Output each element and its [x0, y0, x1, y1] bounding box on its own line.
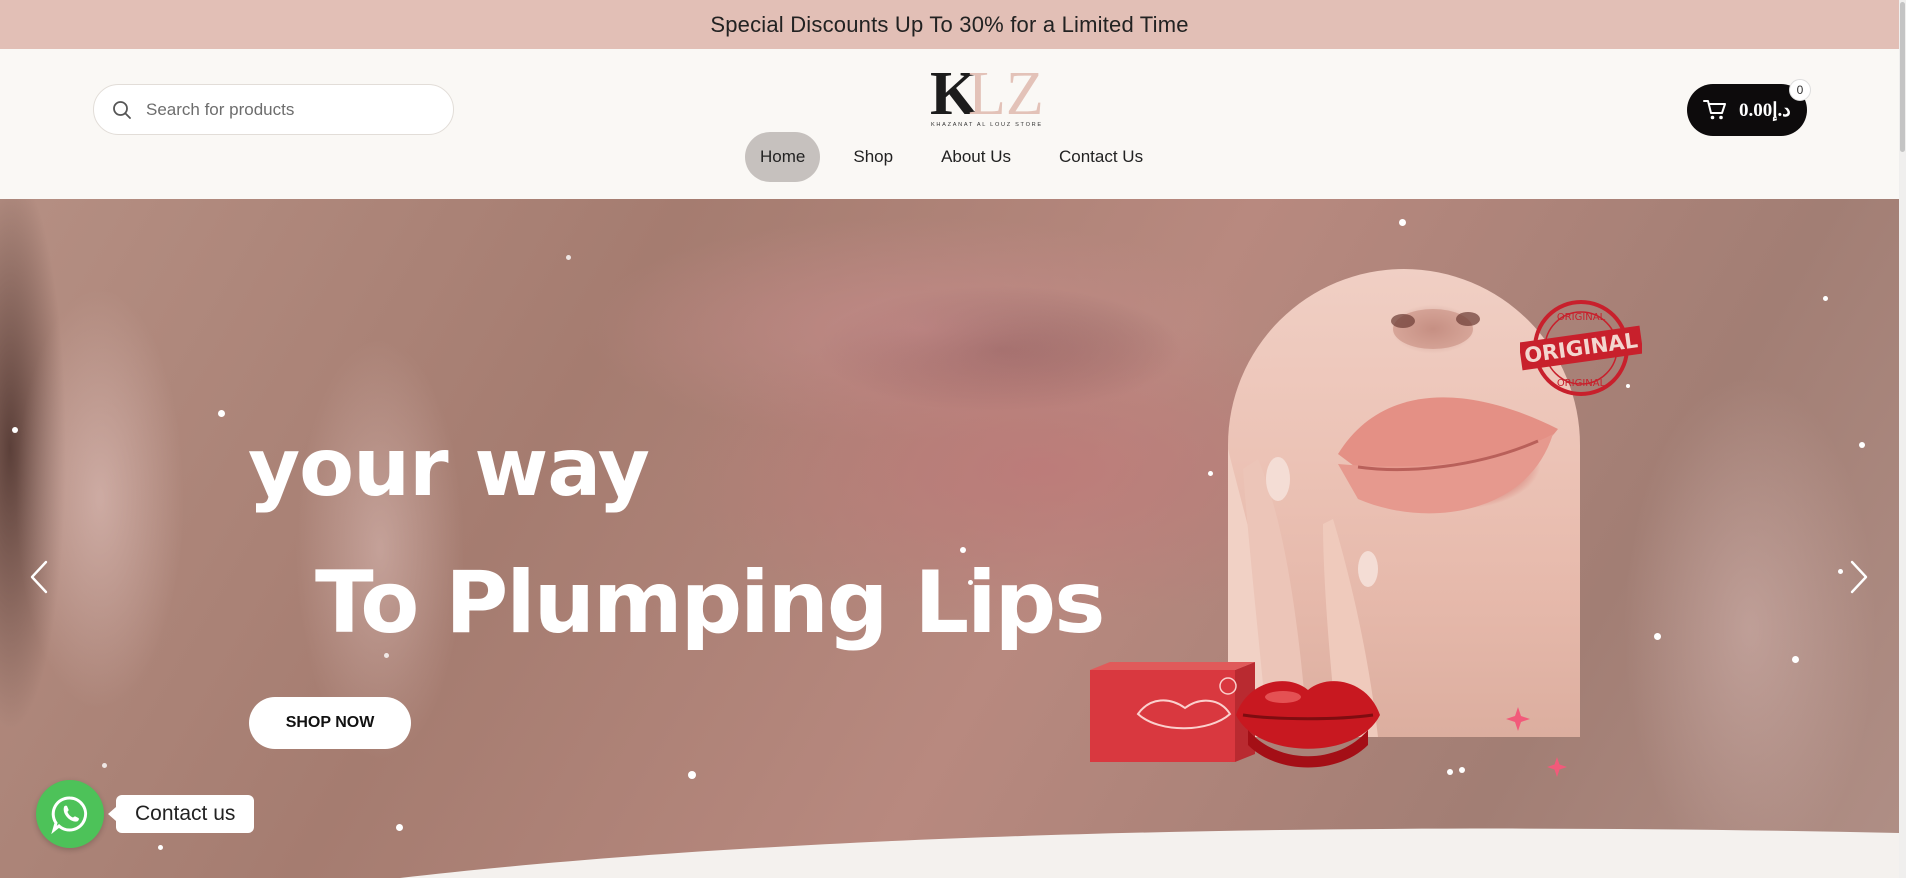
- search-input[interactable]: [144, 98, 428, 121]
- hero-bottom-wave: [0, 828, 1899, 878]
- logo-tagline: KHAZANAT AL LOUZ STORE: [931, 122, 1043, 128]
- slider-next-button[interactable]: [1844, 557, 1874, 597]
- sparkle-dot: [384, 653, 389, 658]
- sparkle-dot: [218, 410, 225, 417]
- nav-shop[interactable]: Shop: [838, 132, 908, 182]
- sparkle-dot: [1859, 442, 1865, 448]
- contact-us-text: Contact us: [135, 802, 236, 825]
- contact-us-label[interactable]: Contact us: [107, 795, 255, 833]
- whatsapp-button[interactable]: [36, 780, 104, 848]
- sparkle-dot: [688, 771, 696, 779]
- cart-total: 0.00د.إ: [1739, 99, 1791, 121]
- stamp-text-bottom: ORIGINAL: [1557, 378, 1606, 389]
- shop-now-button[interactable]: SHOP NOW: [249, 697, 411, 749]
- sparkle-dot: [1459, 767, 1465, 773]
- sparkle-dot: [1447, 769, 1453, 775]
- hero-headline-line2: To Plumping Lips: [315, 553, 1105, 653]
- main-nav: Home Shop About Us Contact Us: [745, 132, 1176, 182]
- sparkle-dot: [1838, 569, 1843, 574]
- logo-lz: LZ: [968, 60, 1044, 128]
- lip-mask-jar: [1236, 681, 1380, 768]
- sparkle-dot: [1654, 633, 1661, 640]
- nav-home[interactable]: Home: [745, 132, 821, 182]
- sparkle-dot: [12, 427, 18, 433]
- page-scrollbar[interactable]: [1899, 0, 1906, 878]
- scrollbar-thumb[interactable]: [1900, 2, 1905, 152]
- sparkle-dot: [1208, 471, 1213, 476]
- chevron-left-icon: [30, 560, 48, 594]
- sparkle-dot: [1823, 296, 1828, 301]
- logo[interactable]: K LZ KHAZANAT AL LOUZ STORE: [928, 59, 1058, 129]
- original-stamp-icon: ORIGINAL ORIGINAL ORIGINAL: [1520, 300, 1642, 396]
- whatsapp-icon: [51, 796, 88, 834]
- search-icon: [113, 100, 131, 119]
- hero-headline-line1: your way: [248, 421, 650, 514]
- chevron-right-icon: [1850, 560, 1868, 594]
- nav-about-us[interactable]: About Us: [926, 132, 1026, 182]
- hero-slider: your way To Plumping Lips SHOP NOW ORIGI…: [0, 199, 1899, 878]
- promo-text: Special Discounts Up To 30% for a Limite…: [710, 11, 1189, 37]
- sparkle-dot: [566, 255, 571, 260]
- sparkle-dot: [102, 763, 107, 768]
- cart-icon: [1703, 100, 1726, 120]
- slider-prev-button[interactable]: [24, 557, 54, 597]
- sparkle-dot: [1399, 219, 1406, 226]
- search-box[interactable]: [93, 84, 454, 135]
- stamp-text-top: ORIGINAL: [1557, 312, 1606, 323]
- promo-bar: Special Discounts Up To 30% for a Limite…: [0, 0, 1899, 49]
- sparkle-dot: [1792, 656, 1799, 663]
- cart-count-badge: 0: [1789, 79, 1811, 101]
- sparkle-icon: [1506, 707, 1530, 731]
- cart-button[interactable]: 0.00د.إ 0: [1687, 79, 1811, 136]
- site-header: K LZ KHAZANAT AL LOUZ STORE Home Shop Ab…: [0, 49, 1899, 199]
- sparkle-icon: [1547, 757, 1567, 777]
- nav-contact-us[interactable]: Contact Us: [1044, 132, 1158, 182]
